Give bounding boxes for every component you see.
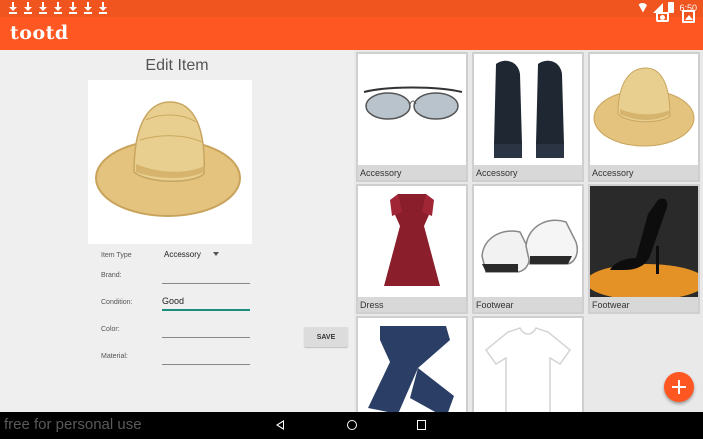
recent-apps-icon[interactable] <box>417 420 426 430</box>
item-category: Dress <box>360 300 384 310</box>
watermark-text: free for personal use <box>4 416 142 433</box>
download-icon <box>69 2 77 14</box>
download-icon <box>99 2 107 14</box>
item-image <box>474 186 582 297</box>
signal-icon <box>653 2 664 13</box>
item-category: Accessory <box>476 168 518 178</box>
condition-field[interactable]: Good <box>162 293 250 311</box>
download-icon <box>84 2 92 14</box>
item-category: Footwear <box>476 300 514 310</box>
item-image[interactable] <box>88 80 252 244</box>
page-title: Edit Item <box>145 57 209 74</box>
color-label: Color: <box>101 326 120 333</box>
download-icon <box>24 2 32 14</box>
brand-field[interactable] <box>162 266 250 284</box>
item-category: Accessory <box>592 168 634 178</box>
condition-label: Condition: <box>101 299 133 306</box>
item-tile[interactable]: Footwear <box>588 184 700 314</box>
chevron-down-icon[interactable] <box>213 252 219 256</box>
items-grid: Accessory Accessory Accessory Dress Foot… <box>354 50 703 412</box>
item-image <box>590 186 698 297</box>
material-field[interactable] <box>162 347 250 365</box>
item-image <box>358 186 466 297</box>
navigation-bar: free for personal use <box>0 412 703 439</box>
item-tile[interactable]: Dress <box>356 184 468 314</box>
item-image <box>358 54 466 165</box>
item-image <box>474 54 582 165</box>
wifi-icon <box>637 2 649 13</box>
app-logo: tootd <box>10 22 69 44</box>
home-icon[interactable] <box>347 420 357 430</box>
item-tile[interactable]: Footwear <box>472 184 584 314</box>
battery-icon <box>668 2 675 13</box>
item-image <box>474 318 582 412</box>
download-notifications <box>9 2 107 14</box>
item-image <box>590 54 698 165</box>
item-tile[interactable]: Accessory <box>472 52 584 182</box>
item-category: Accessory <box>360 168 402 178</box>
download-icon <box>39 2 47 14</box>
item-tile[interactable] <box>356 316 468 412</box>
download-icon <box>9 2 17 14</box>
item-image <box>358 318 466 412</box>
brand-label: Brand: <box>101 272 122 279</box>
gallery-icon[interactable] <box>682 10 695 23</box>
save-button[interactable]: SAVE <box>304 327 348 347</box>
edit-item-pane: Edit Item Item Type Brand: Condition: Co… <box>0 50 354 412</box>
color-field[interactable] <box>162 320 250 338</box>
status-bar: 6:50 <box>0 0 703 17</box>
camera-icon[interactable] <box>656 12 669 22</box>
material-label: Material: <box>101 353 128 360</box>
item-type-dropdown[interactable]: Accessory <box>164 250 201 259</box>
item-category: Footwear <box>592 300 630 310</box>
item-tile[interactable]: Accessory <box>356 52 468 182</box>
add-item-button[interactable] <box>664 372 694 402</box>
app-bar: tootd <box>0 17 703 50</box>
download-icon <box>54 2 62 14</box>
back-icon[interactable] <box>276 420 284 430</box>
item-tile[interactable] <box>472 316 584 412</box>
item-type-label: Item Type <box>101 252 132 259</box>
item-tile[interactable]: Accessory <box>588 52 700 182</box>
